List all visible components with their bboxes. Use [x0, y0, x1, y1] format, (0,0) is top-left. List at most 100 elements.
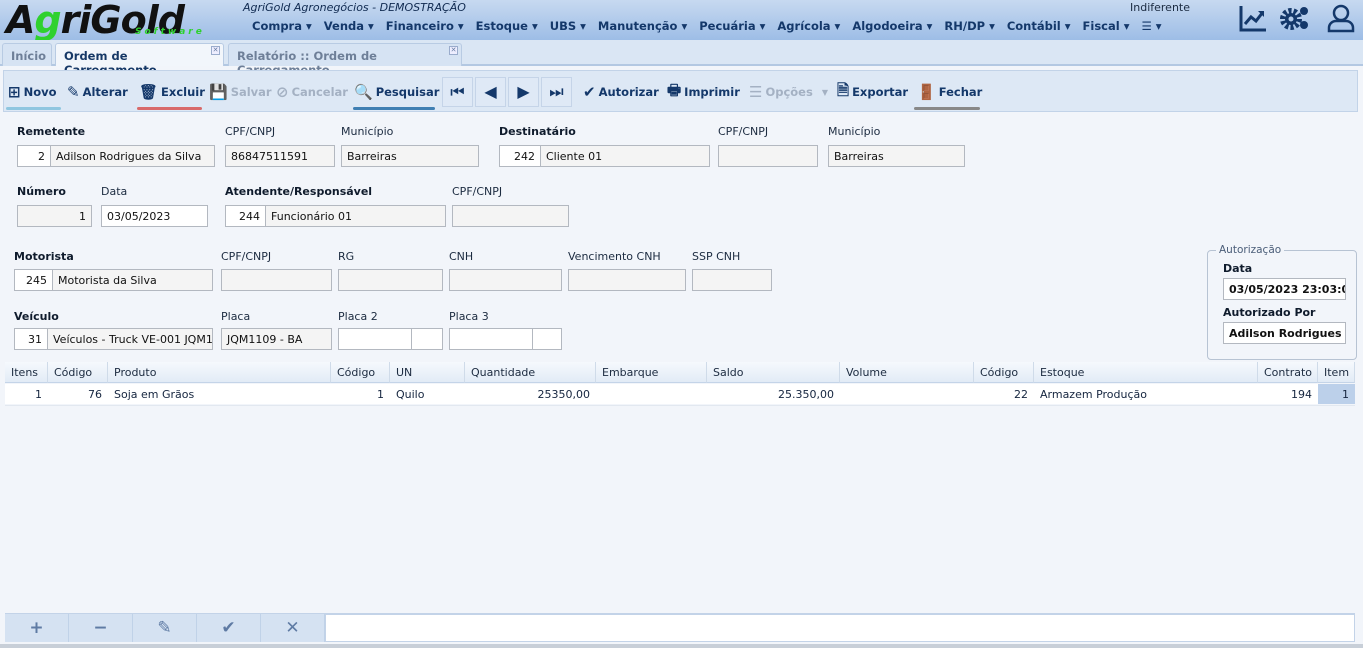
column-header[interactable]: Quantidade: [465, 362, 596, 383]
grid-cell[interactable]: 22: [974, 384, 1034, 404]
gears-icon[interactable]: [1280, 3, 1310, 33]
menu-financeiro[interactable]: Financeiro ▾: [386, 19, 464, 33]
pesquisar-button[interactable]: 🔍 Pesquisar: [354, 79, 439, 105]
salvar-button[interactable]: 💾 Salvar: [209, 79, 272, 105]
menu-manutencao[interactable]: Manutenção ▾: [598, 19, 687, 33]
tab-relatorio[interactable]: Relatório :: Ordem de Carregamento✕: [228, 43, 462, 77]
column-header[interactable]: Embarque: [596, 362, 707, 383]
autorizado-por-input[interactable]: Adilson Rodrigues da Silva: [1223, 322, 1346, 344]
add-row-button[interactable]: +: [5, 614, 69, 642]
placa3-uf-input[interactable]: [532, 328, 562, 350]
atendente-name-input[interactable]: Funcionário 01: [265, 205, 446, 227]
excluir-button[interactable]: 🗑 Excluir: [139, 79, 205, 105]
grid-cell[interactable]: 1: [5, 384, 48, 404]
menu-rhdp[interactable]: RH/DP ▾: [944, 19, 994, 33]
atendente-cpf-input[interactable]: [452, 205, 569, 227]
autorizacao-data-input[interactable]: 03/05/2023 23:03:00: [1223, 278, 1346, 300]
column-header[interactable]: Itens: [5, 362, 48, 383]
column-header[interactable]: Código: [48, 362, 108, 383]
motorista-name-input[interactable]: Motorista da Silva: [52, 269, 213, 291]
destinatario-code-input[interactable]: 242: [499, 145, 541, 167]
column-header[interactable]: Código: [974, 362, 1034, 383]
grid-cell[interactable]: Quilo: [390, 384, 465, 404]
destinatario-name-input[interactable]: Cliente 01: [540, 145, 710, 167]
motorista-code-input[interactable]: 245: [14, 269, 53, 291]
column-header[interactable]: Estoque: [1034, 362, 1258, 383]
atendente-code-input[interactable]: 244: [225, 205, 266, 227]
remetente-municipio-input[interactable]: Barreiras: [341, 145, 479, 167]
grid-cell[interactable]: 1: [1318, 384, 1355, 404]
last-record-button[interactable]: ⏭: [541, 77, 572, 107]
grid-cell[interactable]: Armazem Produção: [1034, 384, 1258, 404]
grid-cell[interactable]: [840, 384, 974, 404]
exportar-button[interactable]: 🗎 Exportar: [837, 79, 908, 105]
atendente-label: Atendente/Responsável: [225, 185, 373, 198]
column-header[interactable]: UN: [390, 362, 465, 383]
chart-line-icon[interactable]: [1238, 3, 1268, 33]
edit-row-button[interactable]: ✎: [133, 614, 197, 642]
grid-input[interactable]: [325, 614, 1355, 642]
opcoes-button[interactable]: ☰ Opções ▼: [749, 79, 828, 105]
menu-venda[interactable]: Venda ▾: [324, 19, 374, 33]
confirm-row-button[interactable]: ✔: [197, 614, 261, 642]
rg-input[interactable]: [338, 269, 443, 291]
data-input[interactable]: 03/05/2023: [101, 205, 208, 227]
vencimento-cnh-input[interactable]: [568, 269, 686, 291]
autorizar-button[interactable]: ✔ Autorizar: [583, 79, 659, 105]
menu-compra[interactable]: Compra ▾: [252, 19, 312, 33]
destinatario-municipio-input[interactable]: Barreiras: [828, 145, 965, 167]
menu-fiscal[interactable]: Fiscal ▾: [1083, 19, 1130, 33]
column-header[interactable]: Código: [331, 362, 390, 383]
menu-ubs[interactable]: UBS ▾: [550, 19, 586, 33]
menu-estoque[interactable]: Estoque ▾: [476, 19, 538, 33]
tab-ordem-carregamento[interactable]: Ordem de Carregamento✕: [55, 43, 224, 77]
first-record-button[interactable]: ⏮: [442, 77, 473, 107]
grid-cell[interactable]: 76: [48, 384, 108, 404]
next-record-button[interactable]: ▶: [508, 77, 539, 107]
fechar-button[interactable]: 🚪 Fechar: [917, 79, 982, 105]
novo-button[interactable]: ⊞ Novo: [8, 79, 57, 105]
column-header[interactable]: Item: [1318, 362, 1355, 383]
search-icon: 🔍: [354, 83, 373, 101]
placa2-input[interactable]: [338, 328, 412, 350]
menu-contabil[interactable]: Contábil ▾: [1007, 19, 1071, 33]
placa3-input[interactable]: [449, 328, 533, 350]
column-header[interactable]: Produto: [108, 362, 331, 383]
close-icon[interactable]: ✕: [449, 46, 458, 55]
imprimir-button[interactable]: 🖶 Imprimir: [667, 79, 740, 105]
grid-cell[interactable]: Soja em Grãos: [108, 384, 331, 404]
grid-cell[interactable]: 194: [1258, 384, 1318, 404]
remetente-cpf-input[interactable]: 86847511591: [225, 145, 335, 167]
menu-algodoeira[interactable]: Algodoeira ▾: [852, 19, 932, 33]
grid-cell[interactable]: 1: [331, 384, 390, 404]
close-icon[interactable]: ✕: [211, 46, 220, 55]
column-header[interactable]: Contrato: [1258, 362, 1318, 383]
veiculo-name-input[interactable]: Veículos - Truck VE-001 JQM1109: [47, 328, 213, 350]
cnh-input[interactable]: [449, 269, 562, 291]
veiculo-code-input[interactable]: 31: [14, 328, 48, 350]
motorista-cpf-input[interactable]: [221, 269, 332, 291]
user-icon[interactable]: [1326, 3, 1356, 33]
menu-more[interactable]: ☰ ▾: [1141, 19, 1161, 33]
alterar-button[interactable]: ✎ Alterar: [67, 79, 128, 105]
menu-pecuaria[interactable]: Pecuária ▾: [699, 19, 765, 33]
destinatario-cpf-input[interactable]: [718, 145, 818, 167]
remetente-name-input[interactable]: Adilson Rodrigues da Silva: [50, 145, 215, 167]
placa2-uf-input[interactable]: [411, 328, 443, 350]
numero-input[interactable]: 1: [17, 205, 92, 227]
grid-cell[interactable]: 25350,00: [465, 384, 596, 404]
remetente-code-input[interactable]: 2: [17, 145, 51, 167]
grid-cell[interactable]: [596, 384, 707, 404]
grid-cell[interactable]: 25.350,00: [707, 384, 840, 404]
placa-input[interactable]: JQM1109 - BA: [221, 328, 332, 350]
remove-row-button[interactable]: −: [69, 614, 133, 642]
tab-inicio[interactable]: Início: [2, 43, 52, 66]
cancelar-button[interactable]: ⊘ Cancelar: [276, 79, 348, 105]
cancel-row-button[interactable]: ✕: [261, 614, 325, 642]
previous-record-button[interactable]: ◀: [475, 77, 506, 107]
ssp-cnh-input[interactable]: [692, 269, 772, 291]
column-header[interactable]: Volume: [840, 362, 974, 383]
context-label[interactable]: Indiferente: [1130, 1, 1190, 14]
menu-agricola[interactable]: Agrícola ▾: [777, 19, 840, 33]
column-header[interactable]: Saldo: [707, 362, 840, 383]
